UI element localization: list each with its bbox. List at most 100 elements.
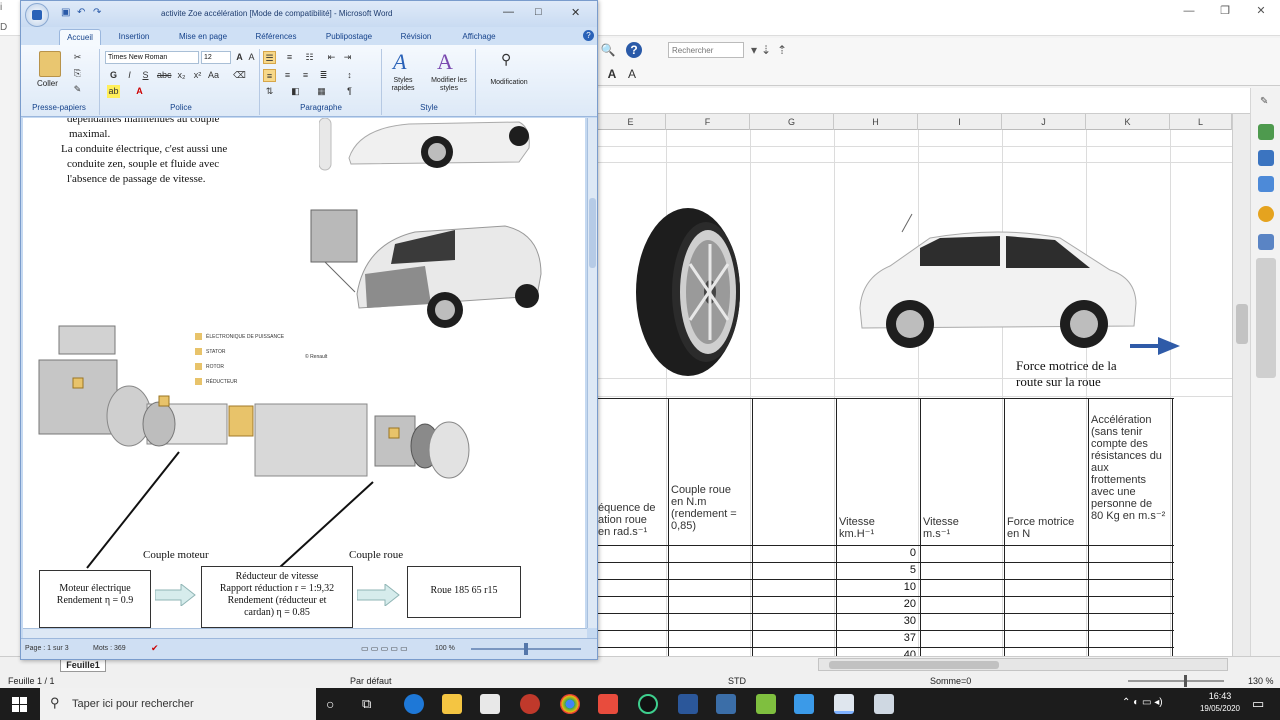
sheet-tab[interactable]: Feuille1 bbox=[60, 658, 106, 672]
navigator-icon[interactable] bbox=[1258, 206, 1274, 222]
col-header-e[interactable]: E bbox=[596, 114, 666, 130]
clock-date[interactable]: 19/05/2020 bbox=[1194, 704, 1246, 713]
proofing-icon[interactable]: ✔ bbox=[151, 643, 159, 654]
close-icon[interactable]: ✕ bbox=[1254, 4, 1268, 18]
zoom-slider[interactable] bbox=[1128, 680, 1224, 682]
word-close-icon[interactable]: ✕ bbox=[571, 6, 580, 19]
taskbar-search-box[interactable]: ⚲ Taper ici pour rechercher bbox=[40, 688, 316, 720]
undo-icon[interactable]: ↶ bbox=[77, 7, 85, 18]
help-icon[interactable]: ? bbox=[626, 42, 642, 58]
speed-cell[interactable]: 30 bbox=[836, 614, 920, 629]
speed-cell[interactable]: 5 bbox=[836, 563, 920, 578]
redo-icon[interactable]: ↷ bbox=[93, 7, 101, 18]
status-zoom[interactable]: 130 % bbox=[1248, 676, 1274, 686]
change-styles-icon[interactable]: A bbox=[437, 49, 453, 75]
tab-insertion[interactable]: Insertion bbox=[109, 29, 159, 45]
calc-search-input[interactable] bbox=[668, 42, 744, 58]
highlight-icon[interactable]: ab bbox=[107, 85, 120, 98]
word-scroll-thumb[interactable] bbox=[589, 198, 596, 268]
speed-cell[interactable]: 10 bbox=[836, 580, 920, 595]
app-green-icon[interactable] bbox=[638, 694, 658, 714]
change-styles-label[interactable]: Modifier les styles bbox=[425, 77, 473, 93]
quick-styles-label[interactable]: Styles rapides bbox=[385, 77, 421, 93]
align-left-icon[interactable]: ≡ bbox=[263, 69, 276, 82]
bold-icon[interactable]: G bbox=[107, 69, 120, 82]
copy-icon[interactable]: ⎘ bbox=[71, 67, 84, 80]
app-lightblue-icon[interactable] bbox=[794, 694, 814, 714]
decrease-indent-icon[interactable]: ⇤ bbox=[325, 51, 338, 64]
subscript-icon[interactable]: x₂ bbox=[175, 69, 188, 82]
strikethrough-icon[interactable]: abc bbox=[157, 69, 172, 82]
word-horizontal-scrollbar[interactable] bbox=[23, 628, 587, 638]
formula-bar[interactable] bbox=[596, 88, 1250, 114]
font-size-select[interactable]: 12 bbox=[201, 51, 231, 64]
italic-icon[interactable]: I bbox=[123, 69, 136, 82]
speed-cell[interactable]: 0 bbox=[836, 546, 920, 561]
show-marks-icon[interactable]: ¶ bbox=[343, 85, 356, 98]
underline-icon[interactable]: S bbox=[139, 69, 152, 82]
styles-icon[interactable] bbox=[1258, 150, 1274, 166]
col-header-l[interactable]: L bbox=[1170, 114, 1232, 130]
taskbar-search-placeholder[interactable]: Taper ici pour rechercher bbox=[72, 698, 194, 710]
word-zoom-thumb[interactable] bbox=[524, 643, 528, 655]
view-buttons-icon[interactable]: ▭ ▭ ▭ ▭ ▭ bbox=[361, 644, 408, 653]
sidebar-scrollbar[interactable] bbox=[1256, 258, 1276, 378]
app-blue-icon[interactable] bbox=[716, 694, 736, 714]
col-header-j[interactable]: J bbox=[1002, 114, 1086, 130]
maximize-icon[interactable]: ❐ bbox=[1218, 4, 1232, 18]
font-name-select[interactable]: Times New Roman bbox=[105, 51, 199, 64]
tab-affichage[interactable]: Affichage bbox=[451, 29, 507, 45]
edge-icon[interactable] bbox=[404, 694, 424, 714]
col-header-k[interactable]: K bbox=[1086, 114, 1170, 130]
col-header-f[interactable]: F bbox=[666, 114, 750, 130]
numbering-icon[interactable]: ≡ bbox=[283, 51, 296, 64]
sidebar-pin-icon[interactable]: ✎ bbox=[1260, 96, 1268, 107]
office-button[interactable] bbox=[25, 3, 49, 27]
tab-accueil[interactable]: Accueil bbox=[59, 29, 101, 45]
speed-cell[interactable]: 40 bbox=[836, 648, 920, 656]
superscript-icon[interactable]: x² bbox=[191, 69, 204, 82]
windows-start-icon[interactable] bbox=[12, 697, 27, 712]
save-icon[interactable]: ▣ bbox=[61, 7, 70, 18]
word-vertical-scrollbar[interactable] bbox=[587, 118, 597, 628]
font-color-icon[interactable]: A bbox=[133, 85, 146, 98]
multilevel-list-icon[interactable]: ☷ bbox=[303, 51, 316, 64]
notification-icon[interactable]: ▭ bbox=[1252, 696, 1264, 712]
quick-styles-icon[interactable]: A bbox=[393, 49, 406, 75]
paste-icon[interactable] bbox=[39, 51, 61, 77]
minimize-icon[interactable]: — bbox=[1182, 4, 1196, 18]
clear-format-icon[interactable]: A bbox=[604, 66, 620, 82]
cut-icon[interactable]: ✂ bbox=[71, 51, 84, 64]
app-red-icon[interactable] bbox=[520, 694, 540, 714]
borders-icon[interactable]: ▦ bbox=[315, 85, 328, 98]
tab-revision[interactable]: Révision bbox=[391, 29, 441, 45]
status-words[interactable]: Mots : 369 bbox=[93, 645, 126, 652]
store-icon[interactable] bbox=[480, 694, 500, 714]
calc-horizontal-scrollbar[interactable] bbox=[818, 658, 1228, 671]
line-spacing-icon[interactable]: ↕ bbox=[343, 69, 356, 82]
functions-icon[interactable] bbox=[1258, 234, 1274, 250]
speed-cell[interactable]: 20 bbox=[836, 597, 920, 612]
find-icon[interactable]: 🔍 bbox=[600, 42, 616, 58]
tray-icons[interactable]: ⌃ ◐ ▭ ◂) bbox=[1122, 697, 1163, 708]
col-header-g[interactable]: G bbox=[750, 114, 834, 130]
bullets-icon[interactable]: ☰ bbox=[263, 51, 276, 64]
find-prev-icon[interactable]: ⇡ bbox=[774, 42, 790, 58]
zoom-slider-thumb[interactable] bbox=[1184, 675, 1187, 687]
task-view-icon[interactable]: ⧉ bbox=[362, 696, 371, 712]
word-minimize-icon[interactable]: — bbox=[503, 6, 514, 18]
justify-icon[interactable]: ≣ bbox=[317, 69, 330, 82]
format-painter-icon[interactable]: ✎ bbox=[71, 83, 84, 96]
clock-time[interactable]: 16:43 bbox=[1200, 691, 1240, 701]
calc-taskbar-icon[interactable] bbox=[834, 694, 854, 714]
increase-indent-icon[interactable]: ⇥ bbox=[341, 51, 354, 64]
find-binoculars-icon[interactable]: ⚲ bbox=[501, 51, 511, 68]
tab-mise-en-page[interactable]: Mise en page bbox=[169, 29, 237, 45]
sort-icon[interactable]: ⇅ bbox=[263, 85, 276, 98]
align-center-icon[interactable]: ≡ bbox=[281, 69, 294, 82]
word-zoom-level[interactable]: 100 % bbox=[435, 645, 455, 652]
app-gray-icon[interactable] bbox=[874, 694, 894, 714]
tab-publipostage[interactable]: Publipostage bbox=[315, 29, 383, 45]
app-lime-icon[interactable] bbox=[756, 694, 776, 714]
shrink-font-icon[interactable]: A bbox=[245, 51, 258, 64]
